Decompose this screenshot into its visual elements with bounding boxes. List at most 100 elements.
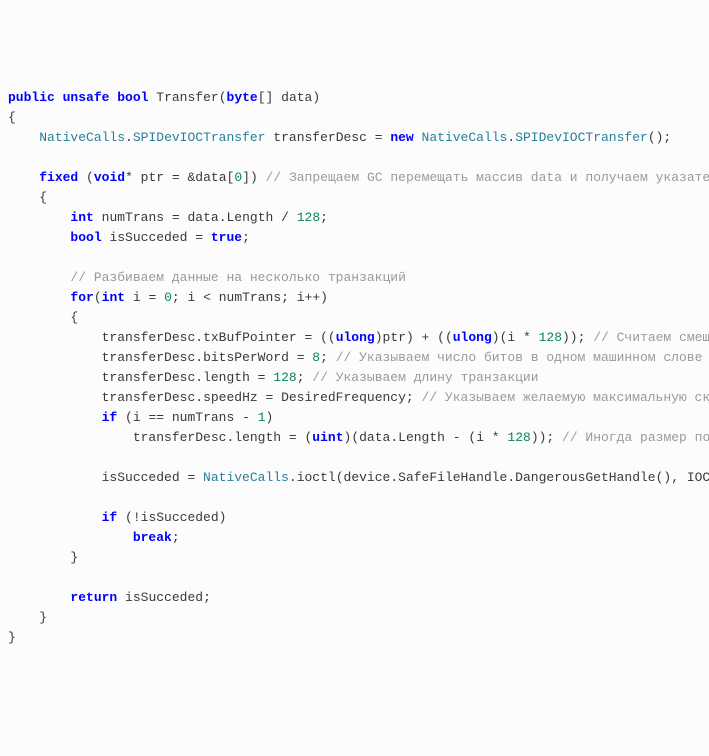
token: ulong — [336, 330, 375, 345]
token: // Иногда размер по — [562, 430, 709, 445]
code-line: isSucceded = NativeCalls.ioctl(device.Sa… — [8, 468, 709, 488]
token: . — [195, 370, 203, 385]
token: SPIDevIOCTransfer — [133, 130, 266, 145]
token: < — [195, 290, 218, 305]
token: ptr — [383, 330, 406, 345]
token: ]) — [242, 170, 265, 185]
token: - — [234, 410, 257, 425]
code-line: if (!isSucceded) — [8, 508, 709, 528]
token: = — [367, 130, 390, 145]
token: ) — [312, 90, 320, 105]
token: data — [187, 210, 218, 225]
token: byte — [227, 90, 258, 105]
token: ; — [172, 530, 180, 545]
token: length — [234, 430, 281, 445]
token: IOC — [687, 470, 709, 485]
token: ; — [297, 370, 313, 385]
token: 128 — [297, 210, 320, 225]
token: = — [141, 290, 164, 305]
token: i — [297, 290, 305, 305]
token: (); — [648, 130, 671, 145]
token: . — [390, 470, 398, 485]
token: unsafe — [63, 90, 110, 105]
token: // Запрещаем GC перемещать массив data и… — [266, 170, 709, 185]
token — [125, 290, 133, 305]
token — [414, 130, 422, 145]
code-line: if (i == numTrans - 1) — [8, 408, 709, 428]
token: break — [133, 530, 172, 545]
code-line — [8, 448, 709, 468]
token: // Указываем длину транзакции — [312, 370, 538, 385]
token: ; — [242, 230, 250, 245]
code-line: } — [8, 548, 709, 568]
token: [] — [258, 90, 281, 105]
token: transferDesc — [273, 130, 367, 145]
token: )( — [344, 430, 360, 445]
code-line — [8, 248, 709, 268]
token: - ( — [445, 430, 476, 445]
token: = ( — [281, 430, 312, 445]
token: // Разбиваем данные на несколько транзак… — [70, 270, 405, 285]
token: for — [70, 290, 93, 305]
token: } — [70, 550, 78, 565]
token: transferDesc — [102, 370, 196, 385]
token: public — [8, 90, 55, 105]
token: ++) — [305, 290, 328, 305]
token: )); — [531, 430, 562, 445]
token: txBufPointer — [203, 330, 297, 345]
token: // Указываем число битов в одном машинно… — [336, 350, 709, 365]
token: numTrans — [219, 290, 281, 305]
token: . — [289, 470, 297, 485]
code-line: int numTrans = data.Length / 128; — [8, 208, 709, 228]
token: transferDesc — [102, 390, 196, 405]
code-line: transferDesc.length = 128; // Указываем … — [8, 368, 709, 388]
token: DesiredFrequency — [281, 390, 406, 405]
token: i — [133, 290, 141, 305]
code-line — [8, 568, 709, 588]
token: ptr — [141, 170, 164, 185]
token: == — [141, 410, 172, 425]
token: ( — [94, 290, 102, 305]
token: 1 — [258, 410, 266, 425]
code-line: transferDesc.length = (uint)(data.Length… — [8, 428, 709, 448]
token: transferDesc — [102, 350, 196, 365]
token: } — [8, 630, 16, 645]
code-block: public unsafe bool Transfer(byte[] data)… — [8, 88, 709, 648]
token: new — [390, 130, 413, 145]
token: length — [203, 370, 250, 385]
token: ; — [320, 210, 328, 225]
token: ; — [406, 390, 422, 405]
code-line: return isSucceded; — [8, 588, 709, 608]
token: void — [94, 170, 125, 185]
token: = & — [164, 170, 195, 185]
token: { — [70, 310, 78, 325]
token: SafeFileHandle — [398, 470, 507, 485]
token: NativeCalls — [203, 470, 289, 485]
token: isSucceded — [109, 230, 187, 245]
token: ; — [320, 350, 336, 365]
token: ( — [117, 410, 133, 425]
token: = — [289, 350, 312, 365]
token: ) — [375, 330, 383, 345]
token: { — [8, 110, 16, 125]
code-line: bool isSucceded = true; — [8, 228, 709, 248]
token: if — [102, 510, 118, 525]
code-line: { — [8, 188, 709, 208]
token: 128 — [507, 430, 530, 445]
token: data — [195, 170, 226, 185]
token: // Указываем желаемую максимальную ско — [422, 390, 709, 405]
token: return — [70, 590, 117, 605]
code-line: public unsafe bool Transfer(byte[] data) — [8, 88, 709, 108]
token: = — [180, 470, 203, 485]
token: transferDesc — [102, 330, 196, 345]
token: true — [211, 230, 242, 245]
token: data — [359, 430, 390, 445]
token: ; — [172, 290, 188, 305]
token: if — [102, 410, 118, 425]
token: 128 — [539, 330, 562, 345]
token: 8 — [312, 350, 320, 365]
token: fixed — [39, 170, 78, 185]
token: ( — [78, 170, 94, 185]
token: device — [344, 470, 391, 485]
token: / — [273, 210, 296, 225]
